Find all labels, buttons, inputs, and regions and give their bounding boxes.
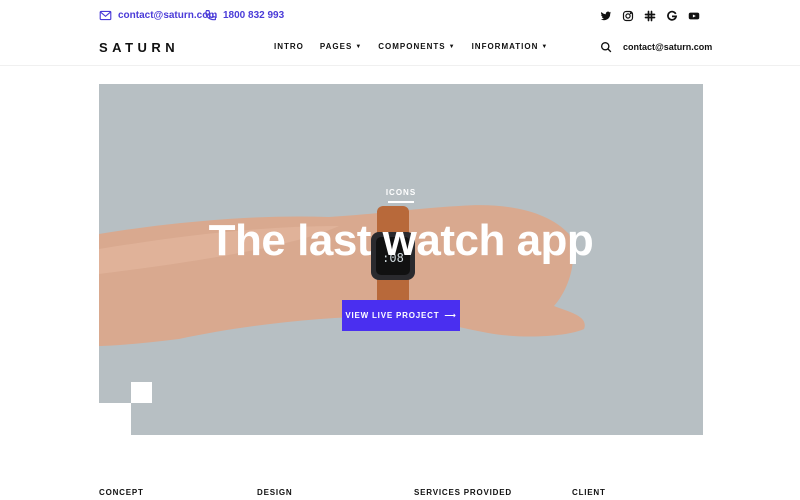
caret-down-icon: ▼ <box>541 43 549 50</box>
slack-icon[interactable] <box>644 10 656 22</box>
nav-email-link[interactable]: contact@saturn.com <box>623 42 712 52</box>
google-icon[interactable] <box>666 10 678 22</box>
top-bar: contact@saturn.com 1800 832 993 <box>0 0 800 32</box>
phone-link[interactable]: 1800 832 993 <box>204 9 284 22</box>
hero-title: The last watch app <box>208 216 594 265</box>
youtube-icon[interactable] <box>688 10 700 22</box>
nav-item-intro[interactable]: INTRO <box>274 42 304 51</box>
nav-item-information[interactable]: INFORMATION ▼ <box>472 42 549 51</box>
hero-banner: :08 ICONS The last watch app VIEW LIVE P… <box>99 84 703 435</box>
social-links <box>600 10 700 22</box>
email-text: contact@saturn.com <box>118 10 218 21</box>
nav-item-pages[interactable]: PAGES ▼ <box>320 42 362 51</box>
phone-icon <box>205 10 216 21</box>
info-label-services: SERVICES PROVIDED <box>414 488 512 497</box>
nav-item-components[interactable]: COMPONENTS ▼ <box>378 42 455 51</box>
caret-down-icon: ▼ <box>448 43 456 50</box>
main-nav: INTRO PAGES ▼ COMPONENTS ▼ INFORMATION ▼ <box>274 42 548 51</box>
arrow-right-icon: ⟶ <box>444 311 457 320</box>
decorative-square <box>131 382 152 403</box>
phone-text: 1800 832 993 <box>223 10 285 21</box>
button-label: VIEW LIVE PROJECT <box>345 311 440 320</box>
nav-item-label: COMPONENTS <box>378 42 446 51</box>
mail-icon <box>99 10 112 21</box>
nav-item-label: PAGES <box>319 42 353 51</box>
main-navbar: SATURN INTRO PAGES ▼ COMPONENTS ▼ INFORM… <box>0 32 800 66</box>
site-logo[interactable]: SATURN <box>99 40 179 55</box>
info-label-concept: CONCEPT <box>99 488 144 497</box>
decorative-square <box>99 403 131 435</box>
view-live-project-button[interactable]: VIEW LIVE PROJECT ⟶ <box>342 300 460 331</box>
nav-item-label: INTRO <box>274 42 304 51</box>
email-link[interactable]: contact@saturn.com <box>99 9 217 22</box>
instagram-icon[interactable] <box>622 10 634 22</box>
info-label-client: CLIENT <box>572 488 606 497</box>
info-label-design: DESIGN <box>257 488 293 497</box>
twitter-icon[interactable] <box>600 10 612 22</box>
nav-item-label: INFORMATION <box>471 42 539 51</box>
hero-tag[interactable]: ICONS <box>99 188 703 197</box>
hero-tag-underline <box>388 201 414 203</box>
search-icon[interactable] <box>600 41 612 53</box>
caret-down-icon: ▼ <box>355 43 363 50</box>
